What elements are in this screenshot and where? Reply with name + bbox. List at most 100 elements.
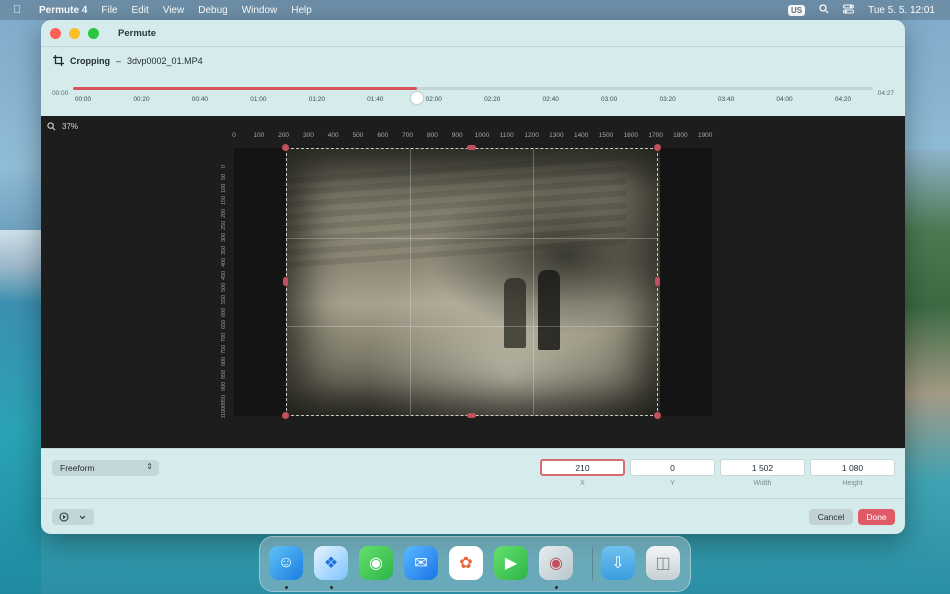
- messages-icon[interactable]: ◉: [359, 546, 393, 580]
- downloads-folder-icon[interactable]: ⇩: [601, 546, 635, 580]
- ruler-tick-label: 700: [402, 132, 414, 139]
- ruler-tick-label: 450: [221, 270, 227, 280]
- desktop-wallpaper-right: [905, 150, 950, 594]
- ruler-tick-label: 950: [221, 394, 227, 404]
- minimize-window-button[interactable]: [69, 27, 80, 39]
- title-separator: –: [116, 55, 122, 66]
- finder-icon[interactable]: ☺: [269, 546, 303, 580]
- crop-handle-top-left[interactable]: [282, 144, 289, 151]
- safari-icon[interactable]: ❖: [314, 546, 348, 580]
- ruler-tick-label: 350: [221, 245, 227, 255]
- ruler-tick-label: 750: [221, 344, 227, 354]
- crop-handle-left[interactable]: [283, 277, 288, 286]
- timeline-end-time: 04:27: [877, 90, 894, 97]
- crop-toolbar: Cropping – 3dvp0002_01.MP4: [41, 46, 905, 74]
- timeline-progress-fill: [73, 87, 417, 90]
- crop-height-field[interactable]: 1 080: [810, 459, 895, 476]
- ruler-tick-label: 1200: [524, 132, 539, 139]
- timeline: 00:00 00:00 00:20 00:40 01:00 01:20 01:40 02:0…: [41, 78, 905, 116]
- ruler-tick-label: 300: [302, 132, 314, 139]
- menu-view[interactable]: View: [163, 5, 185, 16]
- ruler-tick-label: 1000: [474, 132, 490, 139]
- timeline-tick-label: 01:00: [250, 96, 267, 103]
- cancel-button[interactable]: Cancel: [809, 509, 853, 525]
- ruler-tick-label: 200: [221, 208, 227, 218]
- close-window-button[interactable]: [50, 27, 61, 39]
- ruler-tick-label: 1800: [673, 132, 688, 139]
- menu-bar-status-area: US Tue 5. 5. 12:01: [787, 3, 935, 17]
- crop-width-field[interactable]: 1 502: [720, 459, 805, 476]
- menu-debug[interactable]: Debug: [198, 5, 227, 16]
- window-footer: Cancel Done: [41, 498, 905, 534]
- ruler-tick-label: 800: [221, 357, 227, 367]
- window-title: Permute: [118, 27, 157, 39]
- dock-running-indicator: [330, 586, 333, 589]
- timeline-tick-label: 01:20: [308, 96, 325, 103]
- ruler-tick-label: 400: [327, 132, 339, 139]
- menu-file[interactable]: File: [101, 5, 117, 16]
- ruler-tick-label: 200: [278, 132, 290, 139]
- desktop-wallpaper-left: [0, 230, 41, 594]
- ruler-tick-label: 1700: [648, 132, 663, 139]
- menu-window[interactable]: Window: [242, 5, 278, 16]
- ruler-tick-label: 400: [221, 258, 227, 268]
- crop-width-label: Width: [753, 480, 772, 487]
- menu-help[interactable]: Help: [291, 5, 312, 16]
- crop-rectangle[interactable]: [286, 148, 658, 416]
- video-frame: [234, 144, 712, 419]
- crop-handle-bottom-left[interactable]: [282, 412, 289, 419]
- trash-icon[interactable]: ◫: [646, 546, 680, 580]
- action-menu-button[interactable]: [52, 509, 94, 525]
- facetime-icon[interactable]: ▶: [494, 546, 528, 580]
- ruler-tick-label: 650: [221, 320, 227, 330]
- title-bar: Permute: [41, 20, 905, 46]
- zoom-indicator[interactable]: 37%: [47, 122, 78, 131]
- crop-handle-top-right[interactable]: [654, 144, 661, 151]
- timeline-tick-label: 04:00: [776, 96, 793, 103]
- ruler-tick-label: 1050: [221, 416, 227, 418]
- timeline-tick-label: 02:00: [425, 96, 442, 103]
- crop-handle-top[interactable]: [467, 145, 476, 150]
- crop-y-field[interactable]: 0: [630, 459, 715, 476]
- horizontal-ruler: 0 100 200 300 400 500 600 700 800 900 1000 1100 1200…: [232, 132, 724, 142]
- ruler-tick-label: 1500: [598, 132, 614, 139]
- ruler-tick-label: 800: [426, 132, 438, 139]
- ruler-tick-label: 600: [377, 132, 389, 139]
- ruler-tick-label: 0: [221, 164, 227, 168]
- crop-x-label: X: [580, 480, 585, 487]
- spotlight-search-icon[interactable]: [819, 3, 829, 17]
- timeline-tick-label: 03:40: [717, 96, 735, 103]
- crop-grid-line: [410, 149, 412, 415]
- mail-icon[interactable]: ✉: [404, 546, 438, 580]
- control-center-icon[interactable]: [843, 4, 855, 17]
- dock: ☺ ❖ ◉ ✉ ✿ ▶ ◉ ⇩ ◫: [259, 536, 691, 592]
- timeline-track[interactable]: [73, 87, 873, 104]
- crop-handle-bottom[interactable]: [467, 413, 476, 418]
- dock-running-indicator: [555, 586, 558, 589]
- menu-bar-clock[interactable]: Tue 5. 5. 12:01: [868, 5, 935, 16]
- apple-menu-icon[interactable]: : [13, 4, 27, 16]
- ruler-tick-label: 900: [451, 132, 463, 139]
- zoom-level: 37%: [62, 122, 79, 131]
- timeline-tick-label: 00:40: [191, 96, 209, 103]
- input-source-indicator[interactable]: US: [787, 4, 806, 16]
- aspect-ratio-select[interactable]: Freeform ⇕: [52, 460, 159, 476]
- ruler-tick-label: 850: [221, 369, 227, 379]
- menu-edit[interactable]: Edit: [131, 5, 148, 16]
- dock-running-indicator: [285, 586, 288, 589]
- photos-icon[interactable]: ✿: [449, 546, 483, 580]
- permute-icon[interactable]: ◉: [539, 546, 573, 580]
- crop-x-field[interactable]: 210: [540, 459, 625, 476]
- crop-handle-right[interactable]: [655, 277, 660, 286]
- timeline-tick-label: 04:20: [834, 96, 852, 103]
- timeline-tick-labels: 00:00 00:20 00:40 01:00 01:20 01:40 02:00 02:20…: [41, 96, 905, 106]
- menu-app-name[interactable]: Permute 4: [39, 5, 87, 16]
- timeline-tick-label: 02:20: [484, 96, 501, 103]
- ruler-tick-label: 0: [232, 132, 236, 139]
- zoom-window-button[interactable]: [88, 27, 99, 39]
- ruler-tick-label: 500: [352, 132, 364, 139]
- crop-handle-bottom-right[interactable]: [654, 412, 661, 419]
- ruler-tick-label: 1900: [697, 132, 713, 139]
- done-button[interactable]: Done: [858, 509, 895, 525]
- ruler-tick-label: 1600: [623, 132, 639, 139]
